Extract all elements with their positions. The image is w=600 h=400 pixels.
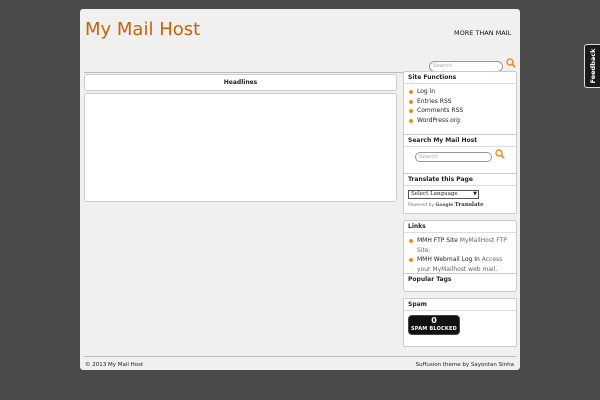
chevron-down-icon: ▼ [473,191,477,197]
site-function-wordpress[interactable]: WordPress.org [408,116,512,126]
widget-links: Links MMH FTP Site MyMailHost FTP Site. … [403,220,517,276]
spam-blocked-badge[interactable]: 0 SPAM BLOCKED [408,315,460,335]
spam-label: SPAM BLOCKED [411,326,457,332]
page-container: My Mail Host MORE THAN MAIL Search Headl… [80,9,520,370]
site-tagline: MORE THAN MAIL [454,29,512,37]
feedback-label: Feedback [588,48,597,84]
footer-copyright: © 2013 My Mail Host [85,362,144,368]
bullet-icon [409,109,413,113]
bullet-icon [409,99,413,104]
headlines-header: Headlines [84,74,397,91]
feedback-tab[interactable]: Feedback [584,44,600,88]
footer-credit[interactable]: Suffusion theme by Sayontan Sinha [416,362,514,368]
site-function-comments-rss[interactable]: Comments RSS [408,106,512,116]
widget-title: Search My Mail Host [404,135,516,147]
search-icon[interactable] [495,149,505,159]
widget-site-functions: Site Functions Log in Entries RSS Commen… [403,71,517,136]
widget-translate: Translate this Page Select Language ▼ Po… [403,173,517,214]
site-function-login[interactable]: Log in [408,87,512,97]
widget-search: Search My Mail Host Search [403,134,517,175]
powered-by-google: Powered by Google Translate [408,202,484,208]
widget-spam: Spam 0 SPAM BLOCKED [403,298,517,347]
footer-divider [84,356,516,357]
widget-title: Popular Tags [408,276,452,283]
spam-count: 0 [431,316,437,325]
bullet-icon [409,239,413,243]
widget-title: Links [404,221,516,233]
bullet-icon [409,90,413,94]
widget-title: Translate this Page [404,174,516,186]
bullet-icon [409,118,413,123]
google-logo: Google [435,203,454,208]
sidebar-search-input[interactable]: Search [415,152,492,162]
widget-title: Site Functions [404,72,516,84]
link-item[interactable]: MMH Webmail Log In Access your MyMailhos… [408,255,512,274]
language-select[interactable]: Select Language ▼ [408,190,479,199]
site-title[interactable]: My Mail Host [85,19,200,40]
bullet-icon [409,258,413,262]
main-content-area [84,93,397,202]
site-function-entries-rss[interactable]: Entries RSS [408,97,512,107]
link-item[interactable]: MMH FTP Site MyMailHost FTP Site. [408,236,512,255]
widget-popular-tags: Popular Tags [403,273,517,292]
widget-title: Spam [404,299,516,311]
search-icon[interactable] [506,58,516,68]
